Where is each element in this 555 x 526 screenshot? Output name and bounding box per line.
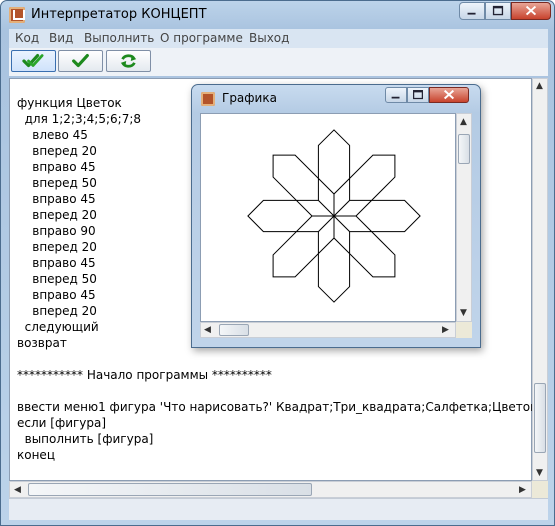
graphics-horizontal-scrollbar[interactable]: ◀ ▶: [200, 322, 456, 338]
scroll-up-arrow-icon[interactable]: ▲: [536, 81, 543, 91]
code-line: выполнить [фигура]: [17, 432, 154, 446]
run-all-button[interactable]: [11, 50, 56, 72]
code-line: вперед 20: [17, 304, 97, 318]
graphics-window-icon: [201, 92, 215, 106]
refresh-icon: [120, 54, 137, 68]
code-line: вправо 45: [17, 160, 96, 174]
code-line: влево 45: [17, 128, 88, 142]
check-icon: [72, 53, 89, 68]
menu-run[interactable]: Выполнить: [84, 31, 154, 45]
graphics-window-title: Графика: [222, 91, 277, 105]
code-line: следующий: [17, 320, 99, 334]
maximize-button[interactable]: [485, 2, 511, 20]
graphics-canvas: [200, 113, 456, 322]
code-line: вперед 20: [17, 240, 97, 254]
refresh-button[interactable]: [106, 50, 151, 72]
graphics-scroll-left-icon[interactable]: ◀: [204, 325, 211, 335]
menu-code[interactable]: Код: [15, 31, 39, 45]
code-line: для 1;2;3;4;5;6;7;8: [17, 112, 142, 126]
scroll-right-arrow-icon[interactable]: ▶: [519, 485, 526, 495]
code-line: конец: [17, 448, 55, 462]
graphics-horizontal-thumb[interactable]: [219, 324, 249, 336]
run-button[interactable]: [58, 50, 103, 72]
code-line: вправо 90: [17, 224, 96, 238]
graphics-close-button[interactable]: [429, 87, 469, 103]
code-line: вправо 45: [17, 288, 96, 302]
vertical-scroll-thumb[interactable]: [534, 383, 546, 453]
minimize-button[interactable]: [459, 2, 485, 20]
code-line: вперед 20: [17, 144, 97, 158]
close-button[interactable]: [511, 2, 551, 20]
code-line: функция Цветок: [17, 96, 122, 110]
menu-bar: Код Вид Выполнить О программе Выход: [9, 29, 548, 48]
graphics-scroll-right-icon[interactable]: ▶: [442, 325, 449, 335]
status-bar: [9, 498, 548, 520]
code-line: *********** Начало программы **********: [17, 368, 272, 382]
graphics-minimize-button[interactable]: [385, 87, 407, 103]
menu-exit[interactable]: Выход: [249, 31, 289, 45]
code-line: если [фигура]: [17, 416, 107, 430]
code-line: вправо 45: [17, 192, 96, 206]
code-line: ввести меню1 фигура 'Что нарисовать?' Кв…: [17, 400, 538, 414]
scroll-corner: [532, 481, 548, 498]
menu-view[interactable]: Вид: [49, 31, 73, 45]
code-line: вправо 45: [17, 256, 96, 270]
code-line: вперед 20: [17, 208, 97, 222]
horizontal-scroll-thumb[interactable]: [28, 483, 312, 496]
code-line: вперед 50: [17, 272, 97, 286]
graphics-scroll-up-icon[interactable]: ▲: [460, 117, 467, 127]
graphics-scroll-down-icon[interactable]: ▼: [460, 308, 467, 318]
menu-about[interactable]: О программе: [160, 31, 243, 45]
graphics-maximize-button[interactable]: [407, 87, 429, 103]
title-bar[interactable]: Интерпретатор КОНЦЕПТ: [1, 1, 554, 29]
graphics-scroll-corner: [456, 322, 472, 338]
toolbar: [9, 48, 548, 76]
graphics-vertical-scrollbar[interactable]: ▲ ▼: [456, 113, 472, 322]
scroll-down-arrow-icon[interactable]: ▼: [536, 468, 543, 478]
flower-drawing: [247, 129, 421, 303]
editor-horizontal-scrollbar[interactable]: ◀ ▶: [9, 481, 532, 498]
code-line: вперед 50: [17, 176, 97, 190]
code-line: возврат: [17, 336, 67, 350]
scroll-left-arrow-icon[interactable]: ◀: [14, 485, 21, 495]
window-title: Интерпретатор КОНЦЕПТ: [31, 7, 207, 22]
editor-vertical-scrollbar[interactable]: ▲ ▼: [532, 78, 548, 481]
graphics-vertical-thumb[interactable]: [458, 134, 470, 164]
app-icon: [9, 7, 25, 23]
graphics-window[interactable]: Графика ▲ ▼ ◀ ▶: [191, 84, 481, 348]
double-check-icon: [22, 53, 44, 68]
